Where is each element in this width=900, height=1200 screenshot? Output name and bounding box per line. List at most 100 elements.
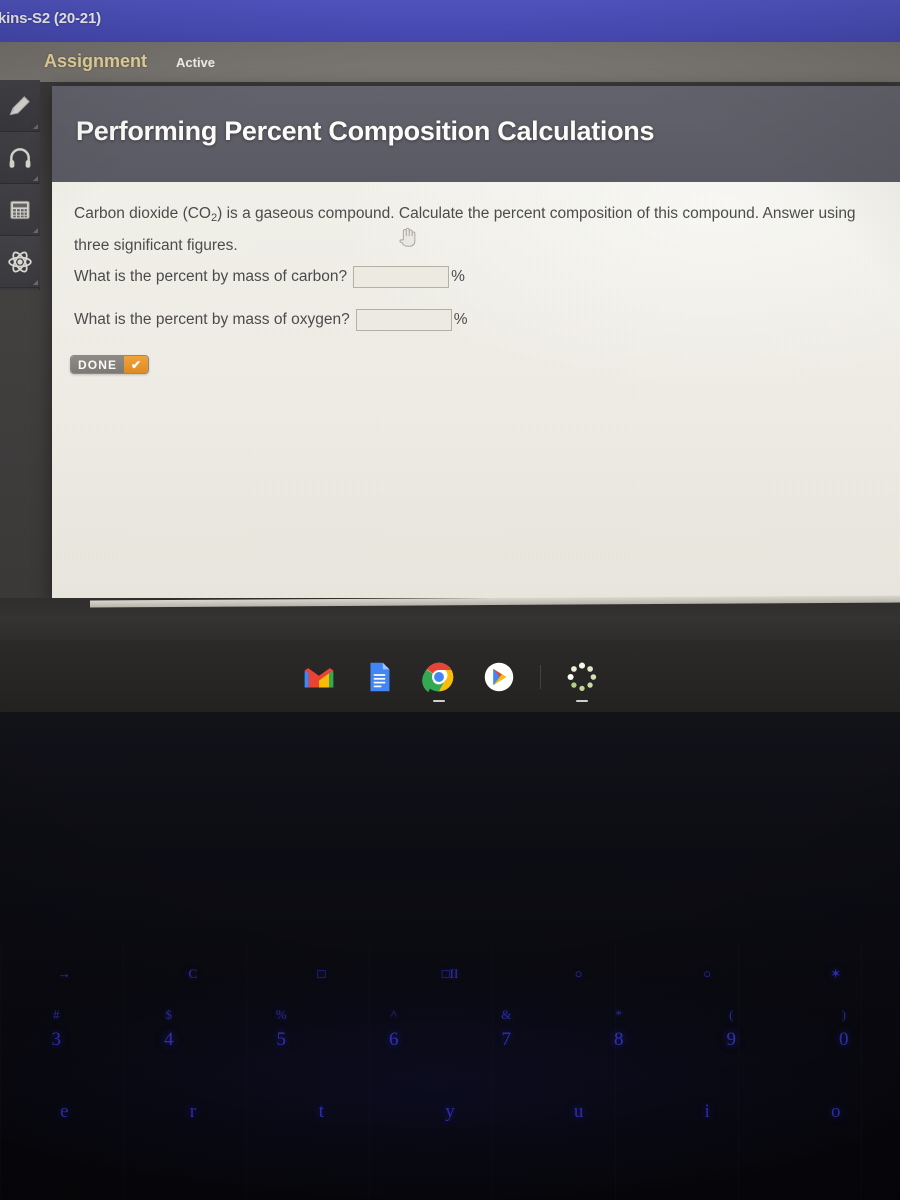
key-fn-6[interactable]: ○ — [643, 945, 772, 1003]
laptop-screen-photo: kins-S2 (20-21) Assignment Active Perfor… — [0, 0, 900, 1200]
answer-input-carbon[interactable] — [353, 266, 450, 288]
key-label: 8 — [614, 1029, 624, 1050]
key-t[interactable]: t — [257, 1075, 386, 1145]
key-label: ○ — [574, 966, 583, 981]
key-label: r — [189, 1101, 197, 1122]
keyboard-function-row: → C □ □II ○ ○ ✶ — [0, 945, 900, 1003]
key-label: 5 — [276, 1029, 287, 1050]
question-prompt: Carbon dioxide (CO2) is a gaseous compou… — [74, 200, 874, 260]
tool-rail — [0, 80, 40, 290]
rail-item-pencil[interactable] — [0, 80, 40, 132]
key-label: e — [60, 1101, 69, 1122]
key-3[interactable]: # 3 — [0, 1003, 113, 1065]
page-title: Performing Percent Composition Calculati… — [76, 116, 655, 146]
card-body: Carbon dioxide (CO2) is a gaseous compou… — [52, 182, 900, 598]
rail-item-calculator[interactable] — [0, 184, 40, 236]
google-docs-icon — [369, 662, 389, 692]
app-title: kins-S2 (20-21) — [0, 10, 101, 27]
gmail-icon — [304, 668, 333, 688]
key-label: i — [704, 1101, 710, 1122]
key-shift-label: ( — [729, 1007, 734, 1022]
key-e[interactable]: e — [0, 1075, 129, 1145]
key-r[interactable]: r — [129, 1075, 258, 1145]
question-label-oxygen: What is the percent by mass of oxygen? — [74, 311, 350, 328]
taskbar-icon-row — [0, 655, 900, 702]
assignment-toolbar: Assignment Active — [0, 42, 900, 82]
key-label: y — [445, 1101, 455, 1122]
key-o[interactable]: o — [771, 1075, 900, 1145]
key-y[interactable]: y — [386, 1075, 515, 1145]
key-u[interactable]: u — [514, 1075, 643, 1145]
status-badge: Active — [176, 55, 216, 70]
key-0[interactable]: ) 0 — [788, 1003, 900, 1065]
question-row-oxygen: What is the percent by mass of oxygen? % — [74, 309, 468, 331]
shelf-item-play-store[interactable] — [480, 658, 518, 696]
key-label: □ — [317, 966, 326, 981]
card-header: Performing Percent Composition Calculati… — [52, 86, 900, 182]
key-4[interactable]: $ 4 — [113, 1003, 226, 1065]
key-label: ○ — [703, 966, 712, 981]
play-store-icon — [484, 662, 513, 692]
key-fn-2[interactable]: C — [129, 945, 258, 1003]
key-label: C — [188, 966, 198, 981]
percent-sign-oxygen: % — [453, 311, 468, 328]
key-shift-label: & — [501, 1007, 512, 1022]
key-label: □II — [441, 966, 459, 981]
shelf-item-docs[interactable] — [360, 658, 398, 696]
key-label: 4 — [164, 1029, 174, 1050]
key-9[interactable]: ( 9 — [675, 1003, 788, 1065]
pencil-icon — [9, 95, 30, 115]
key-7[interactable]: & 7 — [450, 1003, 563, 1065]
key-label: o — [831, 1101, 841, 1122]
done-button[interactable]: DONE ✔ — [70, 355, 150, 374]
key-i[interactable]: i — [643, 1075, 772, 1145]
key-6[interactable]: ^ 6 — [338, 1003, 451, 1065]
prompt-lead: Carbon dioxide (CO — [74, 205, 211, 222]
running-indicator — [432, 700, 445, 702]
question-row-carbon: What is the percent by mass of carbon? % — [74, 266, 465, 288]
key-fn-1[interactable]: → — [0, 945, 129, 1003]
shelf-item-chrome[interactable] — [420, 658, 458, 702]
key-label: 6 — [389, 1029, 399, 1050]
key-shift-label: $ — [165, 1007, 173, 1022]
key-shift-label: ) — [841, 1007, 846, 1022]
keyboard-number-row: # 3 $ 4 % 5 ^ 6 & 7 * 8 (9) 0 — [0, 1003, 900, 1065]
key-label: → — [57, 966, 71, 981]
shelf-separator — [539, 665, 541, 689]
key-label: 0 — [839, 1029, 849, 1050]
key-fn-5[interactable]: ○ — [514, 945, 643, 1003]
keyboard-letter-row: e r t y u i o — [0, 1075, 900, 1145]
key-fn-3[interactable]: □ — [257, 945, 386, 1003]
shelf-item-loading[interactable] — [563, 658, 601, 702]
key-label: 7 — [501, 1029, 512, 1050]
key-shift-label: * — [615, 1007, 623, 1022]
key-label: t — [318, 1101, 325, 1122]
app-top-bar: kins-S2 (20-21) — [0, 0, 900, 42]
running-indicator — [575, 700, 588, 702]
shelf-item-gmail[interactable] — [300, 658, 338, 696]
check-icon: ✔ — [124, 356, 149, 373]
headphones-icon — [9, 147, 31, 168]
key-shift-label: % — [275, 1007, 287, 1022]
key-fn-4[interactable]: □II — [386, 945, 515, 1003]
key-shift-label: ^ — [390, 1007, 397, 1022]
keyboard: → C □ □II ○ ○ ✶ # 3 $ 4 % 5 ^ 6 & 7 * 8 … — [0, 945, 900, 1200]
key-fn-7[interactable]: ✶ — [771, 945, 900, 1003]
assignment-card: Performing Percent Composition Calculati… — [52, 86, 900, 598]
key-shift-label: # — [53, 1007, 60, 1022]
assignment-label: Assignment — [44, 51, 148, 71]
answer-input-oxygen[interactable] — [355, 309, 452, 331]
rail-item-headphones[interactable] — [0, 132, 40, 184]
loading-spinner-icon — [567, 662, 596, 692]
done-button-label: DONE — [71, 356, 125, 373]
rail-item-periodic-table[interactable] — [0, 236, 40, 288]
chrome-icon — [421, 662, 453, 693]
key-label: u — [573, 1101, 584, 1122]
key-8[interactable]: * 8 — [563, 1003, 676, 1065]
key-label: 3 — [51, 1029, 62, 1050]
key-label: 9 — [726, 1029, 737, 1050]
calculator-icon — [10, 200, 30, 219]
key-label: ✶ — [830, 966, 842, 981]
key-5[interactable]: % 5 — [225, 1003, 338, 1065]
screen-area: kins-S2 (20-21) Assignment Active Perfor… — [0, 0, 900, 618]
